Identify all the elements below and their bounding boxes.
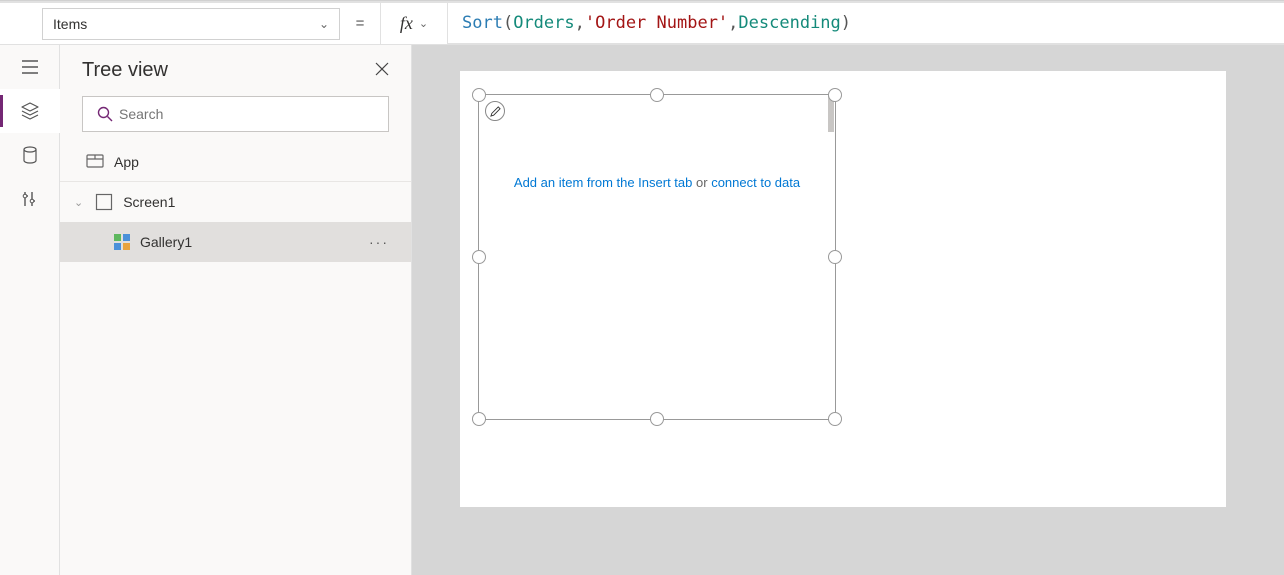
tree-item-label: App <box>114 154 139 170</box>
equals-label: = <box>340 3 380 44</box>
close-icon <box>375 62 389 76</box>
formula-bar: Items ⌄ = fx ⌄ Sort( Orders, 'Order Numb… <box>0 3 1284 45</box>
tree-list: App ⌄ Screen1 Gallery1 ··· <box>60 142 411 575</box>
tree-header: Tree view <box>60 45 411 96</box>
chevron-down-icon: ⌄ <box>74 196 83 209</box>
close-panel-button[interactable] <box>375 60 389 81</box>
chevron-down-icon: ⌄ <box>319 17 329 31</box>
tree-item-label: Gallery1 <box>140 234 192 250</box>
screen-icon <box>95 193 113 211</box>
main-area: Tree view App ⌄ Screen <box>0 45 1284 575</box>
search-input[interactable] <box>119 106 380 122</box>
tree-view-panel: Tree view App ⌄ Screen <box>60 45 412 575</box>
resize-handle-tl[interactable] <box>472 88 486 102</box>
property-label: Items <box>53 16 87 32</box>
hamburger-button[interactable] <box>0 45 60 89</box>
fx-icon: fx <box>400 13 413 34</box>
fx-button[interactable]: fx ⌄ <box>380 3 448 44</box>
advanced-nav[interactable] <box>0 177 60 221</box>
property-selector-wrap: Items ⌄ <box>0 3 340 44</box>
pencil-icon <box>490 106 501 117</box>
resize-handle-tm[interactable] <box>650 88 664 102</box>
formula-token-paren: ( <box>503 13 513 33</box>
search-icon <box>97 106 113 122</box>
insert-tab-link[interactable]: Add an item from the Insert tab <box>514 175 692 190</box>
resize-handle-ml[interactable] <box>472 250 486 264</box>
tree-item-label: Screen1 <box>123 194 175 210</box>
edit-badge[interactable] <box>485 101 505 121</box>
resize-handle-bm[interactable] <box>650 412 664 426</box>
formula-token-arg: Descending <box>738 13 840 33</box>
formula-token-comma: , <box>728 13 738 33</box>
tree-title: Tree view <box>82 59 168 82</box>
gallery-selection[interactable]: Add an item from the Insert tab or conne… <box>478 94 836 420</box>
formula-token-paren: ) <box>841 13 851 33</box>
tree-item-screen[interactable]: ⌄ Screen1 <box>60 182 411 222</box>
property-dropdown[interactable]: Items ⌄ <box>42 8 340 40</box>
tree-item-app[interactable]: App <box>60 142 411 182</box>
canvas-area: Add an item from the Insert tab or conne… <box>412 45 1284 575</box>
formula-token-arg: Orders <box>513 13 574 33</box>
resize-handle-br[interactable] <box>828 412 842 426</box>
hamburger-icon <box>21 58 39 76</box>
more-options-button[interactable]: ··· <box>369 234 389 250</box>
data-nav[interactable] <box>0 133 60 177</box>
app-icon <box>86 153 104 171</box>
layers-icon <box>21 102 39 120</box>
formula-token-comma: , <box>575 13 585 33</box>
search-wrap <box>60 96 411 142</box>
tools-icon <box>21 190 39 208</box>
resize-handle-mr[interactable] <box>828 250 842 264</box>
connect-data-link[interactable]: connect to data <box>711 175 800 190</box>
gallery-icon <box>114 234 130 250</box>
tree-view-nav[interactable] <box>0 89 60 133</box>
left-iconbar <box>0 45 60 575</box>
chevron-down-icon: ⌄ <box>419 17 428 30</box>
formula-token-string: 'Order Number' <box>585 13 728 33</box>
resize-handle-tr[interactable] <box>828 88 842 102</box>
database-icon <box>21 146 39 164</box>
empty-text-middle: or <box>692 175 711 190</box>
tree-item-gallery[interactable]: Gallery1 ··· <box>60 222 411 262</box>
screen-canvas[interactable]: Add an item from the Insert tab or conne… <box>460 71 1226 507</box>
formula-input[interactable]: Sort( Orders, 'Order Number', Descending… <box>448 3 1284 44</box>
formula-token-function: Sort <box>462 13 503 33</box>
gallery-empty-text: Add an item from the Insert tab or conne… <box>479 175 835 190</box>
resize-handle-bl[interactable] <box>472 412 486 426</box>
search-box[interactable] <box>82 96 389 132</box>
